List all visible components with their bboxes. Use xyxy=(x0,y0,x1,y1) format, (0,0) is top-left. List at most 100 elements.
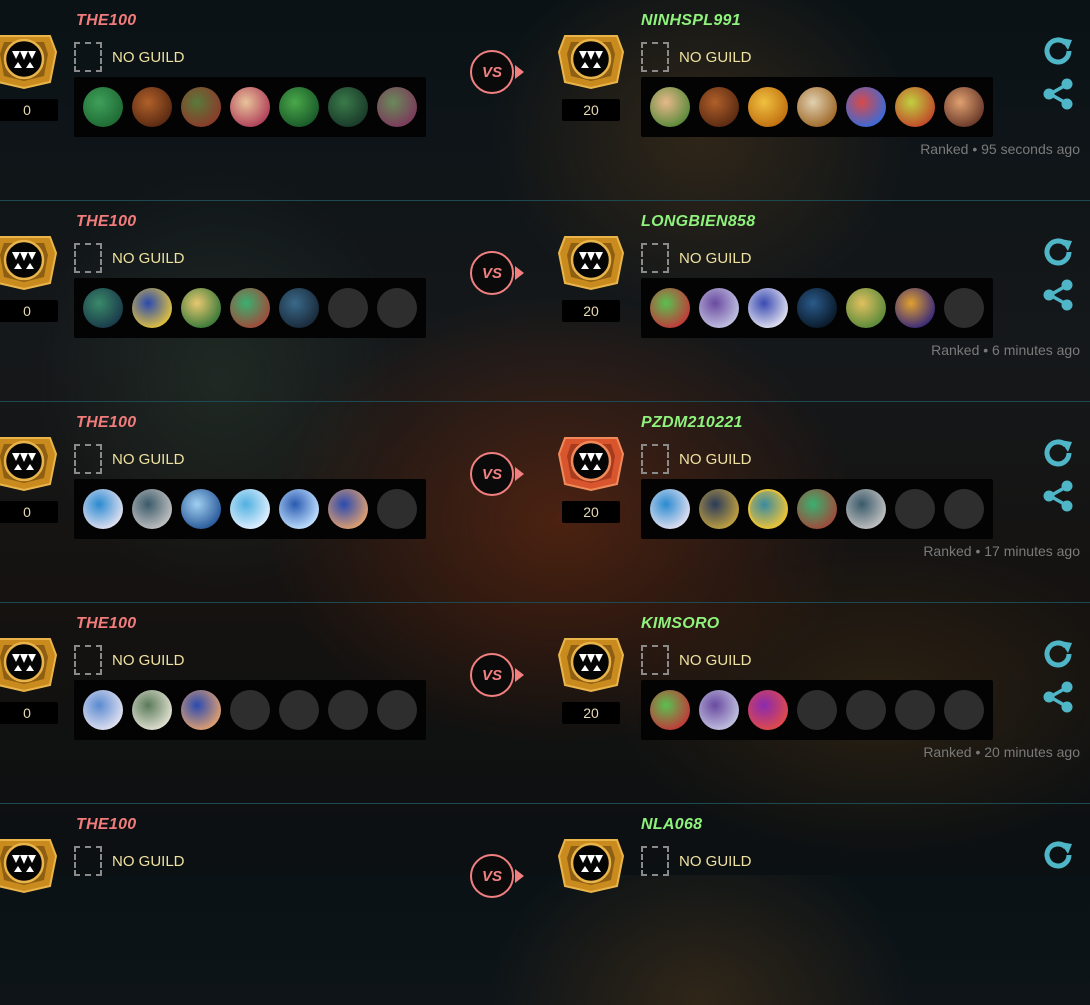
player-name[interactable]: PZDM210221 xyxy=(641,414,743,432)
vs-badge: VS xyxy=(470,854,514,898)
guild-banner-icon xyxy=(74,846,102,876)
battle-meta: Ranked • 20 minutes ago xyxy=(923,744,1080,760)
player-name[interactable]: THE100 xyxy=(76,12,137,30)
battle-row: 0 THE100 NO GUILD 20 LONGBIEN858 NO GUILD VS Ra… xyxy=(0,201,1090,402)
hero-portrait[interactable] xyxy=(181,87,221,127)
hero-portrait[interactable] xyxy=(797,288,837,328)
hero-portrait[interactable] xyxy=(846,87,886,127)
hero-portrait[interactable] xyxy=(944,87,984,127)
player-name[interactable]: THE100 xyxy=(76,615,137,633)
team-lineup xyxy=(641,278,993,338)
hero-portrait[interactable] xyxy=(846,288,886,328)
rank-badge-icon xyxy=(557,231,625,291)
hero-portrait[interactable] xyxy=(328,489,368,529)
hero-portrait[interactable] xyxy=(699,87,739,127)
player-name[interactable]: KIMSORO xyxy=(641,615,720,633)
guild-info: NO GUILD xyxy=(641,643,752,677)
replay-icon[interactable] xyxy=(1041,235,1075,269)
player-name[interactable]: THE100 xyxy=(76,816,137,834)
guild-label: NO GUILD xyxy=(112,852,185,870)
hero-portrait[interactable] xyxy=(230,288,270,328)
guild-info: NO GUILD xyxy=(74,643,185,677)
empty-hero-slot xyxy=(895,690,935,730)
hero-portrait[interactable] xyxy=(377,87,417,127)
player-name[interactable]: NINHSPL991 xyxy=(641,12,741,30)
hero-portrait[interactable] xyxy=(650,288,690,328)
guild-info: NO GUILD xyxy=(74,241,185,275)
battle-mode: Ranked xyxy=(923,744,972,760)
hero-portrait[interactable] xyxy=(748,288,788,328)
hero-portrait[interactable] xyxy=(83,87,123,127)
battle-row: 0 THE100 NO GUILD 20 NINHSPL991 NO GUILD VS Ran… xyxy=(0,0,1090,201)
rating-value: 20 xyxy=(562,702,620,724)
hero-portrait[interactable] xyxy=(181,690,221,730)
replay-icon[interactable] xyxy=(1041,436,1075,470)
vs-arrow xyxy=(515,266,524,280)
empty-hero-slot xyxy=(846,690,886,730)
empty-hero-slot xyxy=(279,690,319,730)
hero-portrait[interactable] xyxy=(83,288,123,328)
guild-info: NO GUILD xyxy=(74,442,185,476)
guild-banner-icon xyxy=(74,42,102,72)
hero-portrait[interactable] xyxy=(797,87,837,127)
hero-portrait[interactable] xyxy=(181,489,221,529)
hero-portrait[interactable] xyxy=(650,489,690,529)
hero-portrait[interactable] xyxy=(328,87,368,127)
empty-hero-slot xyxy=(797,690,837,730)
hero-portrait[interactable] xyxy=(846,489,886,529)
rating-value: 20 xyxy=(562,300,620,322)
guild-info: NO GUILD xyxy=(74,40,185,74)
hero-portrait[interactable] xyxy=(83,489,123,529)
hero-portrait[interactable] xyxy=(699,288,739,328)
hero-portrait[interactable] xyxy=(748,87,788,127)
vs-badge: VS xyxy=(470,50,514,94)
empty-hero-slot xyxy=(944,690,984,730)
hero-portrait[interactable] xyxy=(230,87,270,127)
hero-portrait[interactable] xyxy=(181,288,221,328)
empty-hero-slot xyxy=(944,288,984,328)
hero-portrait[interactable] xyxy=(279,489,319,529)
replay-icon[interactable] xyxy=(1041,34,1075,68)
hero-portrait[interactable] xyxy=(230,489,270,529)
hero-portrait[interactable] xyxy=(650,690,690,730)
player-name[interactable]: THE100 xyxy=(76,414,137,432)
replay-icon[interactable] xyxy=(1041,637,1075,671)
rank-badge-icon xyxy=(557,30,625,90)
player-name[interactable]: THE100 xyxy=(76,213,137,231)
hero-portrait[interactable] xyxy=(748,690,788,730)
hero-portrait[interactable] xyxy=(797,489,837,529)
hero-portrait[interactable] xyxy=(132,87,172,127)
replay-icon[interactable] xyxy=(1041,838,1075,872)
hero-portrait[interactable] xyxy=(279,288,319,328)
rating-value: 0 xyxy=(0,702,58,724)
empty-hero-slot xyxy=(328,690,368,730)
hero-portrait[interactable] xyxy=(699,690,739,730)
empty-hero-slot xyxy=(377,489,417,529)
share-icon[interactable] xyxy=(1041,278,1075,312)
battle-meta: Ranked • 6 minutes ago xyxy=(931,342,1080,358)
hero-portrait[interactable] xyxy=(748,489,788,529)
team-lineup xyxy=(641,77,993,137)
share-icon[interactable] xyxy=(1041,479,1075,513)
hero-portrait[interactable] xyxy=(650,87,690,127)
hero-portrait[interactable] xyxy=(895,87,935,127)
share-icon[interactable] xyxy=(1041,680,1075,714)
share-icon[interactable] xyxy=(1041,77,1075,111)
battle-time: 6 minutes ago xyxy=(992,342,1080,358)
guild-banner-icon xyxy=(74,645,102,675)
hero-portrait[interactable] xyxy=(132,288,172,328)
battle-row: THE100 NO GUILD NLA068 NO GUILD VS xyxy=(0,804,1090,1005)
guild-label: NO GUILD xyxy=(679,852,752,870)
hero-portrait[interactable] xyxy=(132,489,172,529)
guild-banner-icon xyxy=(74,444,102,474)
hero-portrait[interactable] xyxy=(83,690,123,730)
hero-portrait[interactable] xyxy=(895,288,935,328)
player-name[interactable]: NLA068 xyxy=(641,816,702,834)
empty-hero-slot xyxy=(895,489,935,529)
hero-portrait[interactable] xyxy=(279,87,319,127)
battle-time: 17 minutes ago xyxy=(984,543,1080,559)
hero-portrait[interactable] xyxy=(699,489,739,529)
empty-hero-slot xyxy=(230,690,270,730)
hero-portrait[interactable] xyxy=(132,690,172,730)
player-name[interactable]: LONGBIEN858 xyxy=(641,213,755,231)
